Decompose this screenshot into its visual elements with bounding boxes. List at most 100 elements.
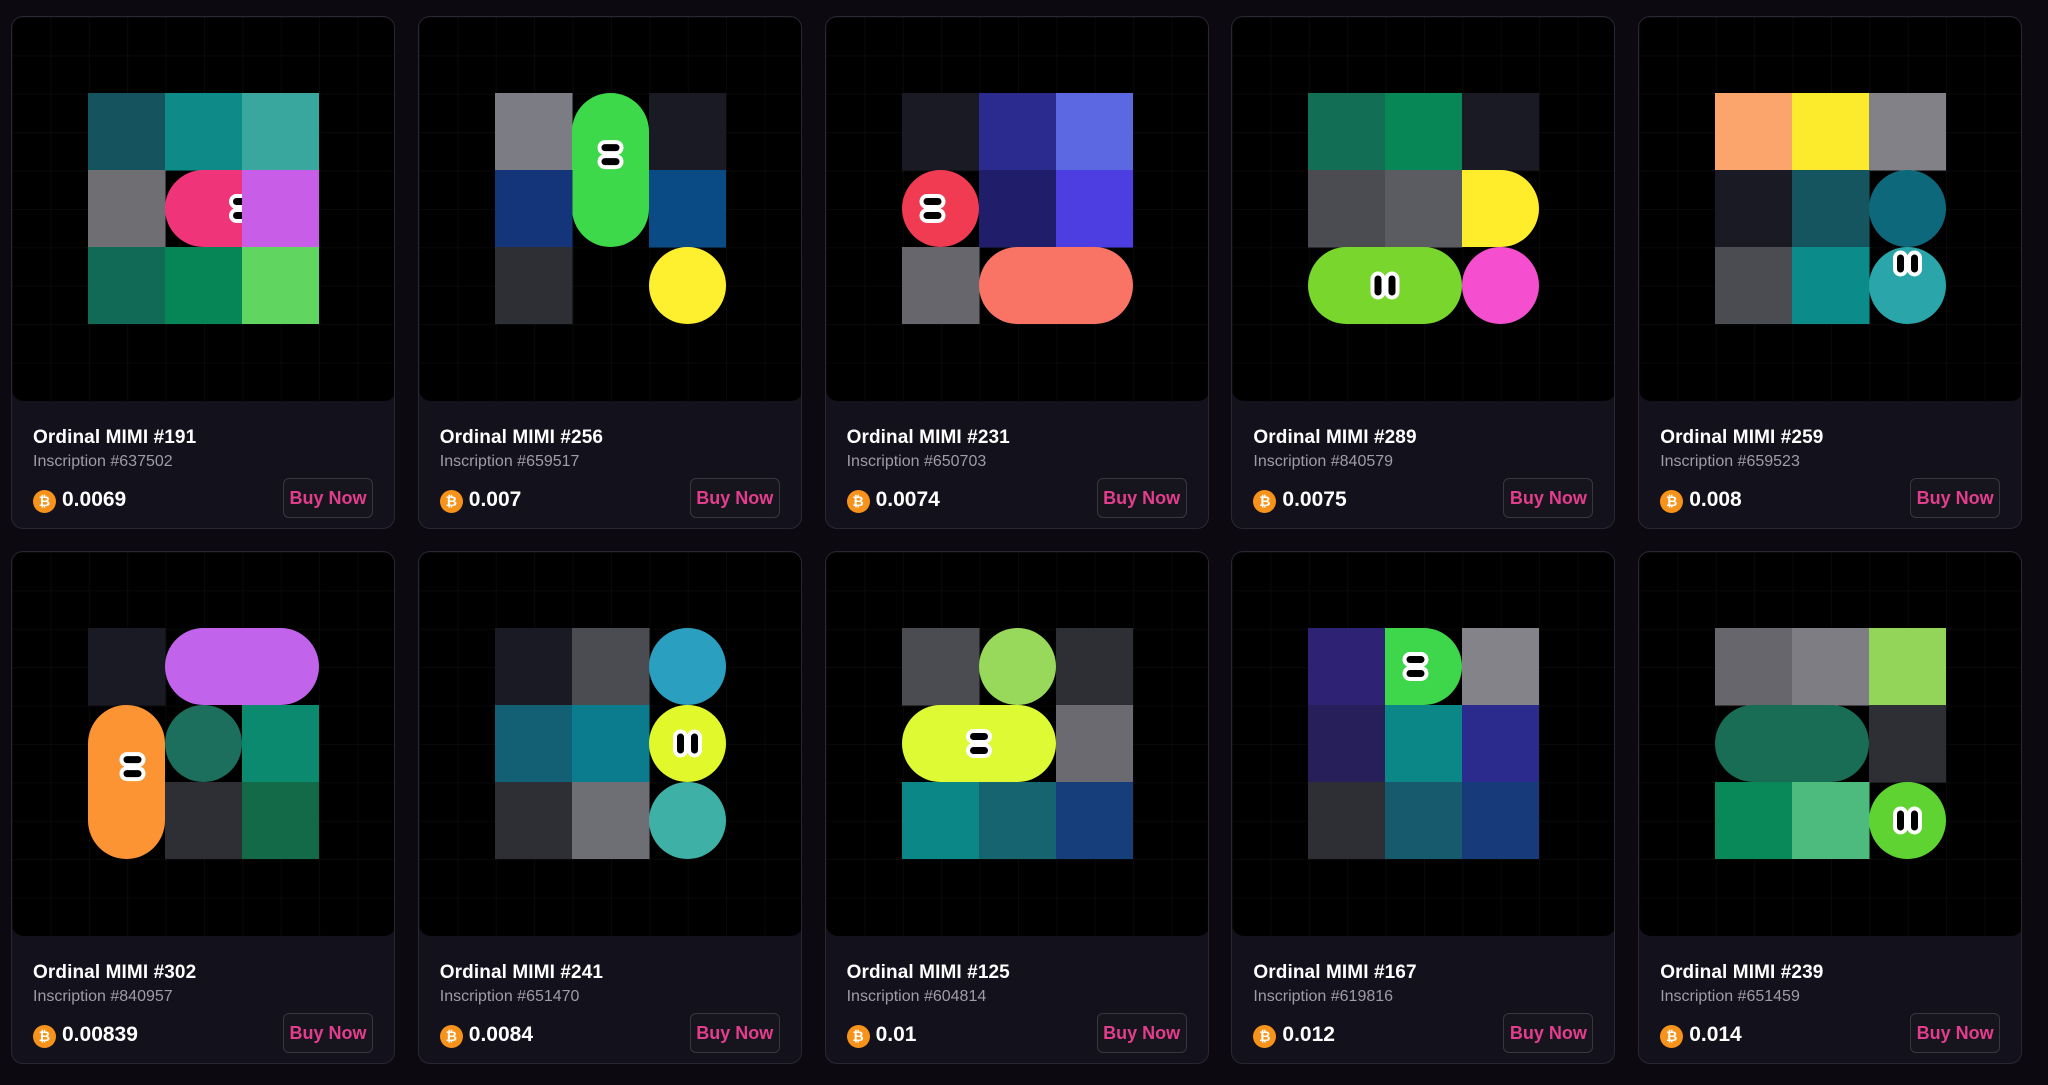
inscription-number: Inscription #637502 <box>33 453 173 470</box>
art-shape <box>978 170 1057 248</box>
inscription-number: Inscription #840957 <box>33 988 173 1005</box>
art-shape <box>978 247 1133 324</box>
art-shape <box>494 93 573 171</box>
art-shape <box>165 247 243 324</box>
art-shape <box>165 782 243 859</box>
nft-card[interactable]: Ordinal MIMI #239 Inscription #651459 ₿ … <box>1638 551 2023 1064</box>
inscription-number: Inscription #650703 <box>846 453 987 470</box>
art-shape <box>978 93 1057 171</box>
nft-artwork[interactable] <box>1232 17 1615 401</box>
art-shape <box>1869 93 1947 171</box>
buy-now-button[interactable]: Buy Now <box>689 1013 780 1053</box>
inscription-number: Inscription #651470 <box>439 988 580 1005</box>
art-shape <box>648 93 726 171</box>
art-shape <box>648 170 726 248</box>
bitcoin-icon: ₿ <box>1253 490 1277 513</box>
art-shape <box>571 628 650 706</box>
buy-now-button[interactable]: Buy Now <box>1096 1013 1187 1053</box>
nft-artwork[interactable] <box>1232 552 1615 936</box>
buy-now-button[interactable]: Buy Now <box>283 478 373 518</box>
nft-card[interactable]: Ordinal MIMI #289 Inscription #840579 ₿ … <box>1231 16 1616 529</box>
buy-now-button[interactable]: Buy Now <box>1096 478 1187 518</box>
price-value: 0.01 <box>875 1023 917 1046</box>
price-value: 0.0084 <box>468 1023 534 1046</box>
nft-card[interactable]: Ordinal MIMI #302 Inscription #840957 ₿ … <box>11 551 395 1064</box>
nft-artwork[interactable] <box>825 17 1208 401</box>
art-shape <box>1462 705 1540 783</box>
art-shape <box>648 782 726 859</box>
bitcoin-icon: ₿ <box>33 490 56 513</box>
mimi-art-svg <box>901 93 1133 324</box>
art-shape <box>494 247 573 324</box>
mimi-art-svg <box>1308 628 1540 859</box>
nft-artwork[interactable] <box>1639 552 2022 936</box>
inscription-number: Inscription #651459 <box>1660 988 1800 1005</box>
buy-now-button[interactable]: Buy Now <box>1503 1013 1594 1053</box>
art-shape <box>901 247 980 324</box>
art-shape <box>1385 170 1463 248</box>
mimi-art-svg <box>494 628 726 859</box>
nft-card[interactable]: Ordinal MIMI #241 Inscription #651470 ₿ … <box>417 551 802 1064</box>
nft-artwork[interactable] <box>1639 17 2022 401</box>
mimi-art-svg <box>901 628 1133 859</box>
inscription-number: Inscription #604814 <box>846 988 987 1005</box>
price-value: 0.00839 <box>62 1023 138 1046</box>
art-shape <box>901 628 980 706</box>
nft-card[interactable]: Ordinal MIMI #256 Inscription #659517 ₿ … <box>417 16 802 529</box>
art-shape <box>978 628 1056 705</box>
art-shape <box>242 170 319 248</box>
nft-name: Ordinal MIMI #239 <box>1660 962 1824 983</box>
buy-now-button[interactable]: Buy Now <box>689 478 780 518</box>
art-shape <box>1385 782 1463 859</box>
nft-card[interactable]: Ordinal MIMI #259 Inscription #659523 ₿ … <box>1638 16 2023 529</box>
nft-artwork[interactable] <box>825 552 1208 936</box>
art-shape <box>1308 170 1386 248</box>
nft-card[interactable]: Ordinal MIMI #167 Inscription #619816 ₿ … <box>1231 551 1616 1064</box>
art-shape <box>1715 782 1793 859</box>
price-value: 0.012 <box>1282 1023 1335 1046</box>
art-shape <box>1308 705 1386 783</box>
nft-name: Ordinal MIMI #191 <box>33 427 197 448</box>
eyes <box>1893 806 1923 835</box>
nft-name: Ordinal MIMI #241 <box>439 962 604 983</box>
nft-card[interactable]: Ordinal MIMI #191 Inscription #637502 ₿ … <box>11 16 395 529</box>
art-shape <box>1308 93 1386 171</box>
nft-name: Ordinal MIMI #302 <box>33 962 197 983</box>
art-shape <box>88 705 165 859</box>
bitcoin-icon: ₿ <box>1660 490 1684 513</box>
nft-card[interactable]: Ordinal MIMI #231 Inscription #650703 ₿ … <box>824 16 1209 529</box>
art-shape <box>88 247 166 324</box>
nft-card[interactable]: Ordinal MIMI #125 Inscription #604814 ₿ … <box>824 551 1209 1064</box>
art-shape <box>494 170 573 248</box>
art-shape <box>978 782 1057 859</box>
art-shape <box>1715 247 1793 324</box>
nft-artwork[interactable] <box>418 552 801 936</box>
buy-now-button[interactable]: Buy Now <box>1910 1013 2001 1053</box>
bitcoin-icon: ₿ <box>1253 1025 1277 1048</box>
art-shape <box>494 705 573 783</box>
buy-now-button[interactable]: Buy Now <box>283 1013 373 1053</box>
buy-now-button[interactable]: Buy Now <box>1503 478 1594 518</box>
buy-now-button[interactable]: Buy Now <box>1910 478 2001 518</box>
art-shape <box>571 93 649 247</box>
collection-grid: Ordinal MIMI #191 Inscription #637502 ₿ … <box>0 0 2048 1085</box>
art-shape <box>1715 93 1793 171</box>
nft-artwork[interactable] <box>12 552 394 936</box>
eyes <box>597 140 624 170</box>
art-shape <box>494 782 573 859</box>
price-value: 0.014 <box>1689 1023 1742 1046</box>
art-shape <box>1869 705 1947 783</box>
nft-artwork[interactable] <box>418 17 801 401</box>
art-shape <box>1055 93 1133 171</box>
bitcoin-icon: ₿ <box>1660 1025 1684 1048</box>
nft-name: Ordinal MIMI #259 <box>1660 427 1824 448</box>
mimi-art-svg <box>1308 93 1540 324</box>
art-shape <box>1869 170 1947 247</box>
inscription-number: Inscription #840579 <box>1253 453 1394 470</box>
art-shape <box>1308 628 1386 706</box>
eyes <box>1370 271 1400 300</box>
art-shape <box>1055 705 1133 783</box>
art-shape <box>165 628 319 705</box>
art-shape <box>494 628 573 706</box>
nft-artwork[interactable] <box>12 17 394 401</box>
